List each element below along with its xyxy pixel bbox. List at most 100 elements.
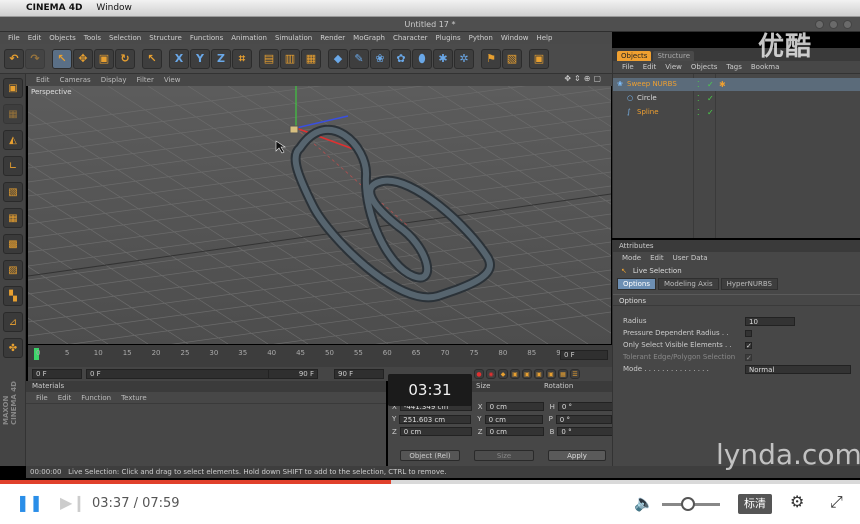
undo-icon[interactable]: ↶	[4, 48, 24, 69]
y-axis-icon[interactable]: Y	[190, 48, 210, 69]
attributes-menu-edit[interactable]: Edit	[650, 254, 664, 262]
volume-knob[interactable]	[681, 497, 696, 511]
rotation-field[interactable]: 0 °	[557, 402, 614, 411]
objects-menu-view[interactable]: View	[665, 63, 682, 71]
app-name-menu[interactable]: CINEMA 4D	[26, 3, 82, 13]
visibility-dots[interactable]: ⁚	[697, 106, 700, 119]
menu-animation[interactable]: Animation	[231, 34, 267, 42]
scale-icon[interactable]: ▣	[94, 48, 114, 69]
sculpt-icon[interactable]: ✤	[3, 338, 23, 358]
objects-menu-objects[interactable]: Objects	[691, 63, 717, 71]
minimize-icon[interactable]	[815, 20, 824, 29]
cube-icon[interactable]: ◆	[328, 48, 348, 69]
live-select-icon[interactable]: ↖	[142, 48, 162, 69]
tab-options[interactable]: Options	[617, 278, 657, 290]
size-field[interactable]: 0 cm	[485, 427, 544, 436]
objects-menu-bookma[interactable]: Bookma	[751, 63, 780, 71]
scene-icon[interactable]: ✱	[433, 48, 453, 69]
keyframe-icon[interactable]: ◆	[498, 369, 508, 379]
position-field[interactable]: 251.603 cm	[399, 414, 472, 424]
camera-icon[interactable]: ⚑	[481, 48, 501, 69]
3d-viewport[interactable]: Perspective	[28, 86, 611, 344]
rotation-field[interactable]: 0 °	[557, 427, 614, 436]
select-icon[interactable]: ↖	[52, 48, 72, 69]
menu-file[interactable]: File	[8, 34, 20, 42]
layout-icon[interactable]: ▣	[529, 48, 549, 69]
menu-functions[interactable]: Functions	[190, 34, 223, 42]
next-icon[interactable]: ▶❙	[60, 493, 86, 512]
tab-objects[interactable]: Objects	[617, 51, 652, 61]
only-visible-checkbox[interactable]: ✓	[745, 342, 752, 350]
model-mode-icon[interactable]: ▣	[3, 78, 23, 98]
menu-structure[interactable]: Structure	[149, 34, 182, 42]
timeline[interactable]: 051015202530354045505560657075808590 0 F	[28, 345, 612, 367]
viewport-menu-edit[interactable]: Edit	[36, 76, 50, 84]
coord-mode-select[interactable]: Object (Rel)	[400, 450, 460, 461]
checker-icon[interactable]: ▚	[3, 286, 23, 306]
light-icon[interactable]: ▧	[502, 48, 522, 69]
edges-mode-icon[interactable]: ▧	[3, 182, 23, 202]
size-field[interactable]: 0 cm	[484, 414, 543, 424]
points-mode-icon[interactable]: ∟	[3, 156, 23, 176]
materials-menu-function[interactable]: Function	[81, 394, 111, 402]
menu-render[interactable]: Render	[320, 34, 345, 42]
zoom-icon[interactable]	[829, 20, 838, 29]
end-frame-field[interactable]: 90 F	[334, 369, 384, 379]
tab-structure[interactable]: Structure	[653, 51, 695, 61]
menu-objects[interactable]: Objects	[49, 34, 75, 42]
menu-window[interactable]: Window	[501, 34, 529, 42]
polygons-mode-icon[interactable]: ▦	[3, 208, 23, 228]
size-mode-select[interactable]: Size	[474, 450, 534, 461]
position-field[interactable]: 0 cm	[399, 427, 472, 436]
viewport-menu-cameras[interactable]: Cameras	[60, 76, 91, 84]
size-field[interactable]: 0 cm	[485, 402, 544, 411]
menu-character[interactable]: Character	[393, 34, 428, 42]
fullscreen-icon[interactable]: ⤢	[830, 492, 843, 512]
menu-edit[interactable]: Edit	[28, 34, 42, 42]
objects-menu-edit[interactable]: Edit	[643, 63, 657, 71]
coord-system-icon[interactable]: ⌗	[232, 48, 252, 69]
workplane-icon[interactable]: ▨	[3, 260, 23, 280]
objects-menu-tags[interactable]: Tags	[726, 63, 742, 71]
enabled-check-icon[interactable]: ✓	[707, 106, 714, 119]
objects-menu-file[interactable]: File	[622, 63, 634, 71]
key-pos-icon[interactable]: ▣	[510, 369, 520, 379]
z-axis-icon[interactable]: Z	[211, 48, 231, 69]
menu-simulation[interactable]: Simulation	[275, 34, 312, 42]
close-icon[interactable]	[843, 20, 852, 29]
attributes-menu-mode[interactable]: Mode	[622, 254, 641, 262]
texture-mode-icon[interactable]: ▦	[3, 104, 23, 124]
radius-field[interactable]: 10	[745, 317, 795, 326]
environment-icon[interactable]: ✲	[454, 48, 474, 69]
render-view-icon[interactable]: ▤	[259, 48, 279, 69]
rotation-field[interactable]: 0 °	[555, 414, 612, 424]
window-menu[interactable]: Window	[96, 3, 132, 13]
object-row-sweep[interactable]: ❀ Sweep NURBS ⁚ ✓ ✱	[613, 78, 860, 91]
menu-plugins[interactable]: Plugins	[436, 34, 461, 42]
current-frame-field[interactable]: 0 F	[560, 350, 608, 360]
tab-modeling-axis[interactable]: Modeling Axis	[658, 278, 719, 290]
snap-icon[interactable]: ⊿	[3, 312, 23, 332]
key-rot-icon[interactable]: ▣	[534, 369, 544, 379]
pause-icon[interactable]: ❚❚	[16, 493, 43, 512]
tag-icon[interactable]: ✱	[719, 78, 726, 91]
enabled-check-icon[interactable]: ✓	[707, 78, 714, 91]
apply-button[interactable]: Apply	[548, 450, 606, 461]
materials-menu-file[interactable]: File	[36, 394, 48, 402]
menu-mograph[interactable]: MoGraph	[353, 34, 385, 42]
attributes-menu-user-data[interactable]: User Data	[673, 254, 708, 262]
timeline-menu-icon[interactable]: ☰	[570, 369, 580, 379]
tab-hypernurbs[interactable]: HyperNURBS	[720, 278, 778, 290]
move-icon[interactable]: ✥	[73, 48, 93, 69]
key-scale-icon[interactable]: ▣	[522, 369, 532, 379]
menu-python[interactable]: Python	[469, 34, 493, 42]
materials-menu-texture[interactable]: Texture	[121, 394, 147, 402]
gear-icon[interactable]: ⚙	[790, 492, 804, 511]
x-axis-icon[interactable]: X	[169, 48, 189, 69]
nurbs-icon[interactable]: ❀	[370, 48, 390, 69]
viewport-menu-view[interactable]: View	[164, 76, 181, 84]
menu-help[interactable]: Help	[536, 34, 552, 42]
render-picture-icon[interactable]: ▥	[280, 48, 300, 69]
autokey-icon[interactable]: ◉	[486, 369, 496, 379]
object-row-spline[interactable]: ∫ Spline ⁚ ✓	[613, 106, 860, 119]
